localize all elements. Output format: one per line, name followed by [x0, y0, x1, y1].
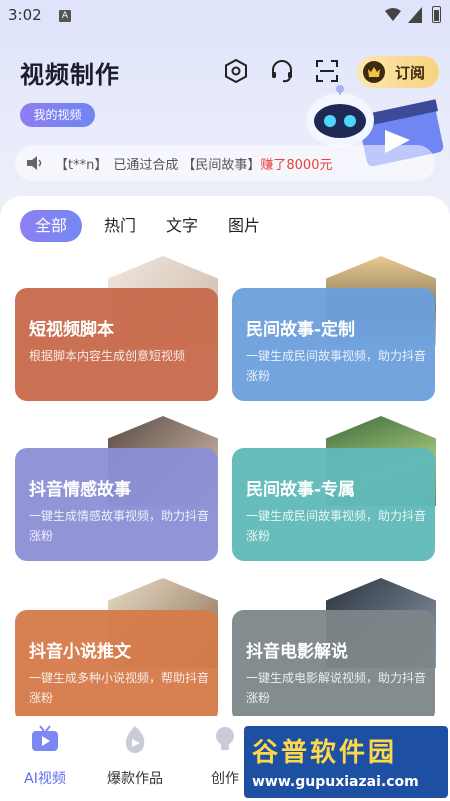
notice-user: 【t**n】: [55, 157, 108, 173]
hexagon-settings-icon[interactable]: [224, 59, 248, 83]
nav-label: 爆款作品: [107, 771, 163, 787]
card-desc: 一键生成民间故事视频，助力抖音涨粉: [246, 509, 427, 543]
card-title: 抖音电影解说: [246, 642, 348, 662]
card-title: 民间故事-专属: [246, 480, 356, 500]
card-background: [15, 288, 218, 401]
nav-ai-video[interactable]: AI视频: [0, 716, 90, 801]
battery-icon: [432, 6, 441, 23]
notice-bar[interactable]: 【t**n】 已通过合成 【民间故事】 赚了8000元: [15, 145, 435, 181]
card-title: 民间故事-定制: [246, 320, 356, 340]
signal-icon: [408, 7, 422, 23]
subscribe-button[interactable]: 订阅: [357, 56, 439, 88]
card-desc: 一键生成多种小说视频，帮助抖音涨粉: [29, 671, 210, 705]
speaker-icon: [27, 156, 42, 170]
card-folk-story-exclusive[interactable]: 民间故事-专属 一键生成民间故事视频，助力抖音涨粉: [232, 448, 435, 561]
card-title: 短视频脚本: [29, 320, 114, 340]
card-title: 抖音情感故事: [29, 480, 131, 500]
notice-earnings: 赚了8000元: [260, 157, 333, 173]
watermark-url: www.gupuxiazai.com: [252, 774, 419, 790]
watermark-title: 谷普软件园: [252, 738, 398, 768]
watermark-logo: 谷普软件园 www.gupuxiazai.com: [244, 726, 448, 798]
card-desc: 根据脚本内容生成创意短视频: [29, 349, 186, 363]
tab-hot[interactable]: 热门: [104, 210, 136, 242]
status-time: 3:02: [8, 6, 42, 24]
tab-text[interactable]: 文字: [166, 210, 198, 242]
card-folk-story-custom[interactable]: 民间故事-定制 一键生成民间故事视频，助力抖音涨粉: [232, 288, 435, 401]
card-desc: 一键生成情感故事视频，助力抖音涨粉: [29, 509, 210, 543]
tab-all[interactable]: 全部: [20, 210, 82, 242]
flame-play-icon: [125, 726, 145, 753]
card-desc: 一键生成民间故事视频，助力抖音涨粉: [246, 349, 427, 383]
category-tabs: 全部 热门 文字 图片: [20, 210, 290, 242]
scan-icon[interactable]: [315, 59, 339, 83]
status-bar: 3:02 A: [0, 0, 450, 32]
card-short-video-script[interactable]: 短视频脚本 根据脚本内容生成创意短视频: [15, 288, 218, 401]
card-movie-commentary[interactable]: 抖音电影解说 一键生成电影解说视频，助力抖音涨粉: [232, 610, 435, 723]
notice-topic: 【民间故事】: [182, 157, 261, 173]
nav-hot-works[interactable]: 爆款作品: [90, 716, 180, 801]
notification-badge: A: [59, 10, 71, 22]
lightbulb-icon: [216, 727, 234, 750]
tv-icon: [32, 725, 58, 751]
wifi-icon: [385, 8, 401, 21]
subscribe-label: 订阅: [395, 63, 426, 82]
my-videos-button[interactable]: 我的视频: [20, 103, 95, 127]
crown-icon: [363, 61, 385, 83]
nav-label: AI视频: [24, 771, 66, 787]
tab-image[interactable]: 图片: [228, 210, 260, 242]
card-novel-promo[interactable]: 抖音小说推文 一键生成多种小说视频，帮助抖音涨粉: [15, 610, 218, 723]
headset-icon[interactable]: [270, 59, 294, 83]
page-title: 视频制作: [20, 61, 120, 89]
notice-message: 已通过合成: [113, 157, 179, 173]
card-desc: 一键生成电影解说视频，助力抖音涨粉: [246, 671, 427, 705]
card-title: 抖音小说推文: [29, 642, 131, 662]
card-emotion-story[interactable]: 抖音情感故事 一键生成情感故事视频，助力抖音涨粉: [15, 448, 218, 561]
